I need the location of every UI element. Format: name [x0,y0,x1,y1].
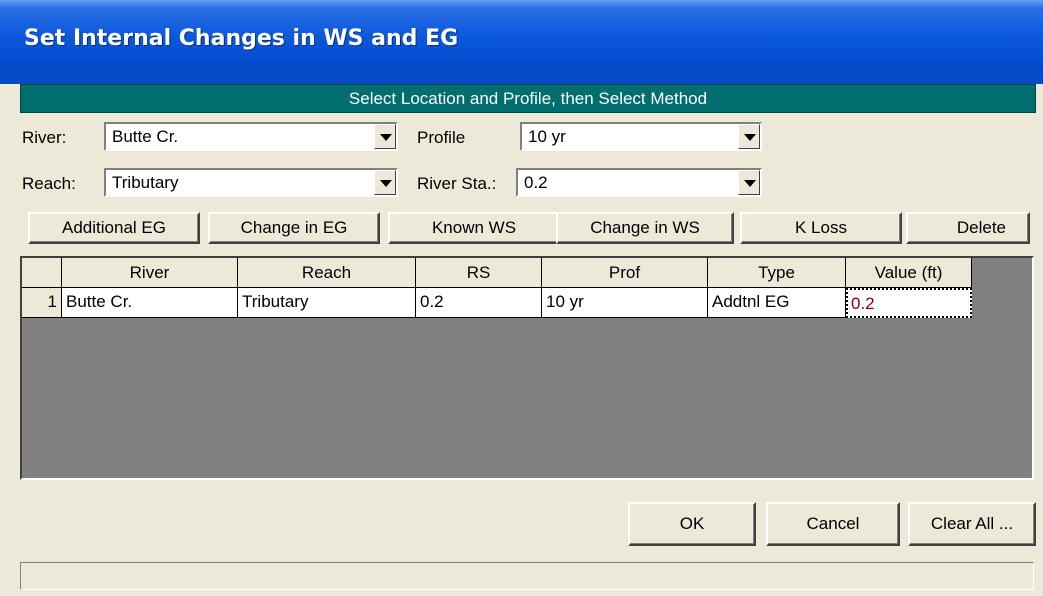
river-value: Butte Cr. [112,127,179,146]
river-label: River: [22,128,67,147]
changes-table[interactable]: River Reach RS Prof Type Value (ft) 1 Bu… [20,256,1034,480]
cancel-button[interactable]: Cancel [766,502,900,546]
delete-button[interactable]: Delete [906,212,1030,244]
river-dropdown[interactable]: Butte Cr. [104,122,398,151]
table-cell-reach[interactable]: Tributary [238,288,416,318]
clear-all-button[interactable]: Clear All ... [908,502,1036,546]
additional-eg-button[interactable]: Additional EG [28,212,200,244]
chevron-down-icon[interactable] [738,170,760,195]
known-ws-button[interactable]: Known WS [388,212,560,244]
river-sta-label: River Sta.: [417,174,497,193]
column-header-reach[interactable]: Reach [238,258,416,288]
profile-value: 10 yr [528,127,566,146]
profile-dropdown[interactable]: 10 yr [520,122,762,151]
profile-label: Profile [417,128,466,147]
chevron-down-icon[interactable] [374,124,396,149]
column-header-river[interactable]: River [62,258,238,288]
reach-dropdown[interactable]: Tributary [104,168,398,197]
table-cell-type[interactable]: Addtnl EG [708,288,846,318]
chevron-down-icon[interactable] [738,124,760,149]
reach-value: Tributary [112,173,179,192]
instruction-banner: Select Location and Profile, then Select… [20,84,1036,113]
change-in-ws-button[interactable]: Change in WS [556,212,734,244]
reach-label: Reach: [22,174,76,193]
river-sta-value: 0.2 [524,173,548,192]
chevron-down-icon[interactable] [374,170,396,195]
column-header-type[interactable]: Type [708,258,846,288]
river-sta-dropdown[interactable]: 0.2 [516,168,762,197]
column-header-prof[interactable]: Prof [542,258,708,288]
status-bar [20,562,1034,590]
title-bar[interactable]: Set Internal Changes in WS and EG [0,0,1043,84]
table-cell-value[interactable]: 0.2 [846,288,972,318]
change-in-eg-button[interactable]: Change in EG [208,212,380,244]
column-header-value[interactable]: Value (ft) [846,258,972,288]
table-cell-river[interactable]: Butte Cr. [62,288,238,318]
k-loss-button[interactable]: K Loss [740,212,902,244]
column-header-rs[interactable]: RS [416,258,542,288]
dialog-window: Set Internal Changes in WS and EG Select… [0,0,1043,596]
ok-button[interactable]: OK [628,502,756,546]
window-title: Set Internal Changes in WS and EG [24,26,459,51]
row-number[interactable]: 1 [22,288,62,318]
table-cell-prof[interactable]: 10 yr [542,288,708,318]
table-cell-rs[interactable]: 0.2 [416,288,542,318]
table-corner-cell [22,258,62,288]
